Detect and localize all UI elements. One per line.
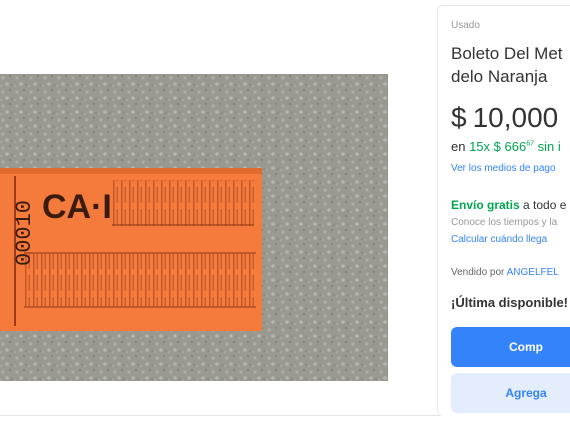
price-amount: 10,000 bbox=[472, 102, 559, 133]
product-title-line-2: delo Naranja bbox=[451, 67, 548, 86]
buy-box: Usado Boleto Del Met delo Naranja $10,00… bbox=[437, 5, 570, 416]
product-gallery: CA·I 00010 bbox=[0, 0, 436, 415]
ticket-graphic: CA·I 00010 bbox=[0, 168, 262, 331]
ticket-text: CA·I bbox=[42, 188, 112, 226]
installments-count: 15x bbox=[469, 139, 491, 154]
item-condition: Usado bbox=[451, 20, 480, 31]
price-currency: $ bbox=[451, 102, 467, 133]
installments-amount: $ 666 bbox=[493, 139, 527, 154]
seller-info: Vendido por ANGELFEL bbox=[451, 267, 559, 278]
product-photo[interactable]: CA·I 00010 bbox=[0, 74, 388, 381]
shipping-times-text: Conoce los tiempos y la bbox=[451, 217, 558, 228]
shipping-info: Envío gratis a todo e bbox=[451, 198, 566, 212]
installments-prefix: en bbox=[451, 139, 470, 154]
product-title-line-1: Boleto Del Met bbox=[451, 44, 563, 63]
installments-cents: 67 bbox=[526, 140, 535, 148]
free-shipping-label: Envío gratis bbox=[451, 198, 520, 212]
payment-methods-link[interactable]: Ver los medios de pago bbox=[451, 163, 556, 174]
seller-prefix: Vendido por bbox=[451, 267, 507, 278]
stock-status: ¡Última disponible! bbox=[451, 295, 568, 310]
add-to-cart-button[interactable]: Agrega bbox=[451, 373, 570, 413]
ticket-photo-image: CA·I 00010 bbox=[0, 74, 388, 381]
shipping-rest: a todo e bbox=[519, 198, 567, 212]
ticket-serial: 00010 bbox=[12, 200, 37, 266]
calculate-delivery-link[interactable]: Calcular cuándo llega bbox=[451, 234, 547, 245]
installments-suffix: sin i bbox=[534, 139, 561, 154]
price: $10,000 bbox=[451, 102, 558, 134]
buy-now-button[interactable]: Comp bbox=[451, 327, 570, 367]
installments-info: en 15x $ 66667 sin i bbox=[451, 139, 561, 154]
product-title: Boleto Del Met delo Naranja bbox=[451, 42, 563, 88]
seller-name-link[interactable]: ANGELFEL bbox=[507, 267, 559, 278]
